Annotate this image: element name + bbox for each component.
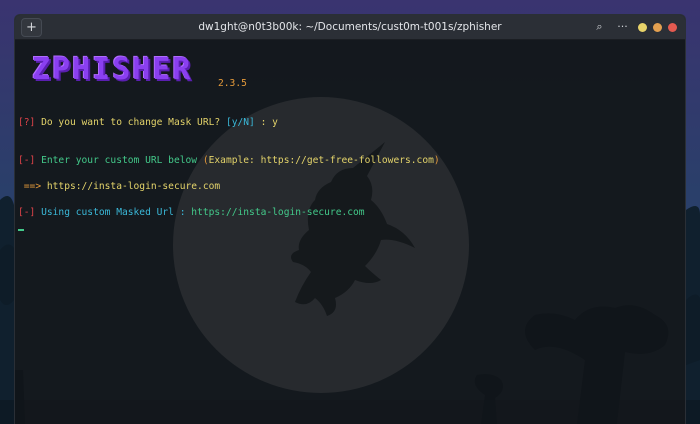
maximize-button[interactable] [653, 23, 662, 32]
terminal-content[interactable]: ZPHISHER 2.3.5 [?] Do you want to change… [15, 40, 685, 424]
prompt-colon: : [254, 117, 273, 128]
terminal-cursor [18, 229, 24, 231]
mask-url-prompt-line: [?] Do you want to change Mask URL? [y/N… [18, 117, 278, 128]
input-url-value: https://insta-login-secure.com [41, 181, 221, 192]
window-title: dw1ght@n0t3b00k: ~/Documents/cust0m-t001… [198, 21, 502, 33]
close-button[interactable] [668, 23, 677, 32]
result-prefix: [-] [18, 207, 36, 218]
masked-url-result-line: [-] Using custom Masked Url : https://in… [18, 207, 365, 218]
search-icon[interactable]: ⌕ [590, 19, 609, 36]
example-url: Example: https://get-free-followers.com [208, 155, 434, 166]
custom-url-instruction-line: [-] Enter your custom URL below (Example… [18, 155, 440, 166]
instruction-prefix: [-] [18, 155, 36, 166]
prompt-options: [y/N] [225, 117, 255, 128]
zphisher-banner-logo: ZPHISHER [32, 52, 193, 87]
url-input-line: ==> https://insta-login-secure.com [18, 181, 220, 192]
instruction-text: Enter your custom URL below [35, 155, 203, 166]
prompt-question: Do you want to change Mask URL? [35, 117, 226, 128]
title-bar: + dw1ght@n0t3b00k: ~/Documents/cust0m-t0… [15, 15, 685, 40]
result-label: Using custom Masked Url : [35, 207, 186, 218]
menu-icon[interactable]: ··· [613, 19, 632, 36]
input-arrow: ==> [18, 181, 42, 192]
terminal-output: ZPHISHER 2.3.5 [?] Do you want to change… [18, 40, 685, 231]
version-label: 2.3.5 [218, 78, 247, 89]
minimize-button[interactable] [638, 23, 647, 32]
result-url: https://insta-login-secure.com [185, 207, 365, 218]
prompt-answer: y [272, 117, 278, 128]
terminal-window: + dw1ght@n0t3b00k: ~/Documents/cust0m-t0… [14, 14, 686, 424]
prompt-prefix: [?] [18, 117, 36, 128]
example-close-paren: ) [433, 155, 440, 166]
